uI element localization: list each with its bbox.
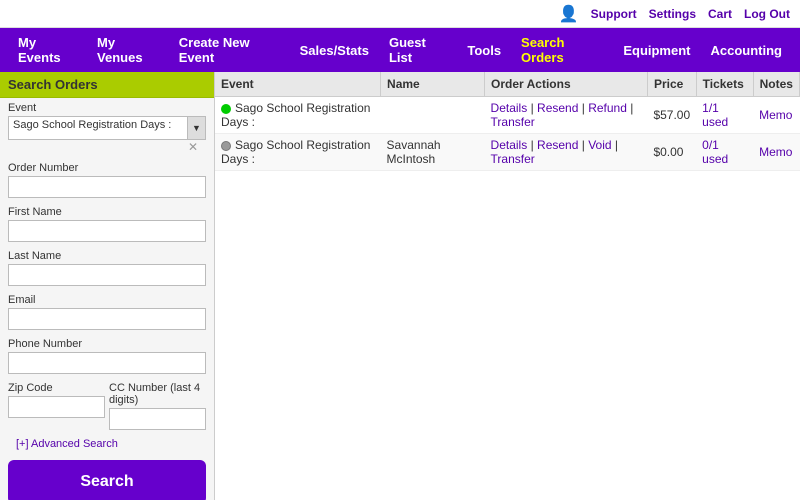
nav-bar: My Events My Venues Create New Event Sal…: [0, 28, 800, 72]
cell-name: Savannah McIntosh: [381, 134, 485, 171]
cc-number-group: CC Number (last 4 digits): [109, 382, 206, 430]
last-name-group: Last Name: [0, 246, 214, 290]
phone-number-label: Phone Number: [8, 338, 206, 350]
zip-cc-row: Zip Code CC Number (last 4 digits): [0, 378, 214, 434]
nav-my-venues[interactable]: My Venues: [87, 28, 169, 72]
table-header-row: Event Name Order Actions Price Tickets N…: [215, 72, 800, 97]
advanced-search-link[interactable]: [+] Advanced Search: [8, 436, 126, 452]
action-link-details[interactable]: Details: [491, 101, 528, 115]
first-name-group: First Name: [0, 202, 214, 246]
nav-sales-stats[interactable]: Sales/Stats: [290, 28, 379, 72]
cart-link[interactable]: Cart: [708, 7, 732, 21]
tickets-link[interactable]: 1/1 used: [702, 101, 728, 129]
logout-link[interactable]: Log Out: [744, 7, 790, 21]
last-name-input[interactable]: [8, 264, 206, 286]
cc-number-label: CC Number (last 4 digits): [109, 382, 206, 406]
col-tickets: Tickets: [696, 72, 753, 97]
action-link-void[interactable]: Void: [588, 138, 611, 152]
cell-tickets: 1/1 used: [696, 97, 753, 134]
cell-actions: Details | Resend | Void | Transfer: [485, 134, 648, 171]
cell-actions: Details | Resend | Refund | Transfer: [485, 97, 648, 134]
table-row: Sago School Registration Days : Details |…: [215, 97, 800, 134]
status-dot: [221, 104, 231, 114]
phone-number-input[interactable]: [8, 352, 206, 374]
nav-guest-list[interactable]: Guest List: [379, 28, 457, 72]
phone-number-group: Phone Number: [0, 334, 214, 378]
action-link-refund[interactable]: Refund: [588, 101, 627, 115]
col-order-actions: Order Actions: [485, 72, 648, 97]
col-event: Event: [215, 72, 381, 97]
zip-code-input[interactable]: [8, 396, 105, 418]
event-select-wrapper[interactable]: Sago School Registration Days : ▼: [8, 116, 206, 140]
last-name-label: Last Name: [8, 250, 206, 262]
main-layout: Search Orders Event Sago School Registra…: [0, 72, 800, 500]
nav-create-new-event[interactable]: Create New Event: [169, 28, 290, 72]
orders-table: Event Name Order Actions Price Tickets N…: [215, 72, 800, 171]
cell-tickets: 0/1 used: [696, 134, 753, 171]
nav-tools[interactable]: Tools: [457, 28, 511, 72]
email-input[interactable]: [8, 308, 206, 330]
event-selector: Event Sago School Registration Days : ▼ …: [0, 98, 214, 158]
search-button-wrap: Search: [0, 452, 214, 500]
zip-code-label: Zip Code: [8, 382, 105, 394]
event-select-text: Sago School Registration Days :: [9, 117, 187, 139]
memo-link[interactable]: Memo: [759, 108, 792, 122]
cell-event: Sago School Registration Days :: [215, 134, 381, 171]
cell-name: [381, 97, 485, 134]
search-button[interactable]: Search: [8, 460, 206, 500]
zip-code-group: Zip Code: [8, 382, 105, 430]
email-group: Email: [0, 290, 214, 334]
nav-my-events[interactable]: My Events: [8, 28, 87, 72]
status-dot: [221, 141, 231, 151]
cell-price: $0.00: [647, 134, 696, 171]
action-link-details[interactable]: Details: [491, 138, 528, 152]
top-bar-links: 👤 Support Settings Cart Log Out: [559, 4, 790, 24]
event-clear-btn[interactable]: ✕: [8, 140, 206, 154]
support-link[interactable]: Support: [591, 7, 637, 21]
nav-accounting[interactable]: Accounting: [701, 28, 793, 72]
order-number-input[interactable]: [8, 176, 206, 198]
first-name-input[interactable]: [8, 220, 206, 242]
cell-price: $57.00: [647, 97, 696, 134]
col-notes: Notes: [753, 72, 799, 97]
col-price: Price: [647, 72, 696, 97]
cell-notes: Memo: [753, 97, 799, 134]
search-orders-title: Search Orders: [0, 72, 214, 98]
action-link-resend[interactable]: Resend: [537, 101, 578, 115]
order-number-group: Order Number: [0, 158, 214, 202]
cc-number-input[interactable]: [109, 408, 206, 430]
cell-event: Sago School Registration Days :: [215, 97, 381, 134]
email-label: Email: [8, 294, 206, 306]
settings-link[interactable]: Settings: [649, 7, 696, 21]
col-name: Name: [381, 72, 485, 97]
nav-equipment[interactable]: Equipment: [613, 28, 700, 72]
action-link-transfer[interactable]: Transfer: [491, 152, 535, 166]
event-select-dropdown-btn[interactable]: ▼: [187, 117, 205, 139]
table-row: Sago School Registration Days :Savannah …: [215, 134, 800, 171]
action-link-resend[interactable]: Resend: [537, 138, 578, 152]
first-name-label: First Name: [8, 206, 206, 218]
memo-link[interactable]: Memo: [759, 145, 792, 159]
order-number-label: Order Number: [8, 162, 206, 174]
sidebar: Search Orders Event Sago School Registra…: [0, 72, 215, 500]
tickets-link[interactable]: 0/1 used: [702, 138, 728, 166]
action-link-transfer[interactable]: Transfer: [491, 115, 535, 129]
nav-search-orders[interactable]: Search Orders: [511, 28, 613, 72]
cell-notes: Memo: [753, 134, 799, 171]
event-label: Event: [8, 102, 206, 114]
content-area: Event Name Order Actions Price Tickets N…: [215, 72, 800, 500]
top-bar: 👤 Support Settings Cart Log Out: [0, 0, 800, 28]
user-icon: 👤: [559, 4, 579, 24]
